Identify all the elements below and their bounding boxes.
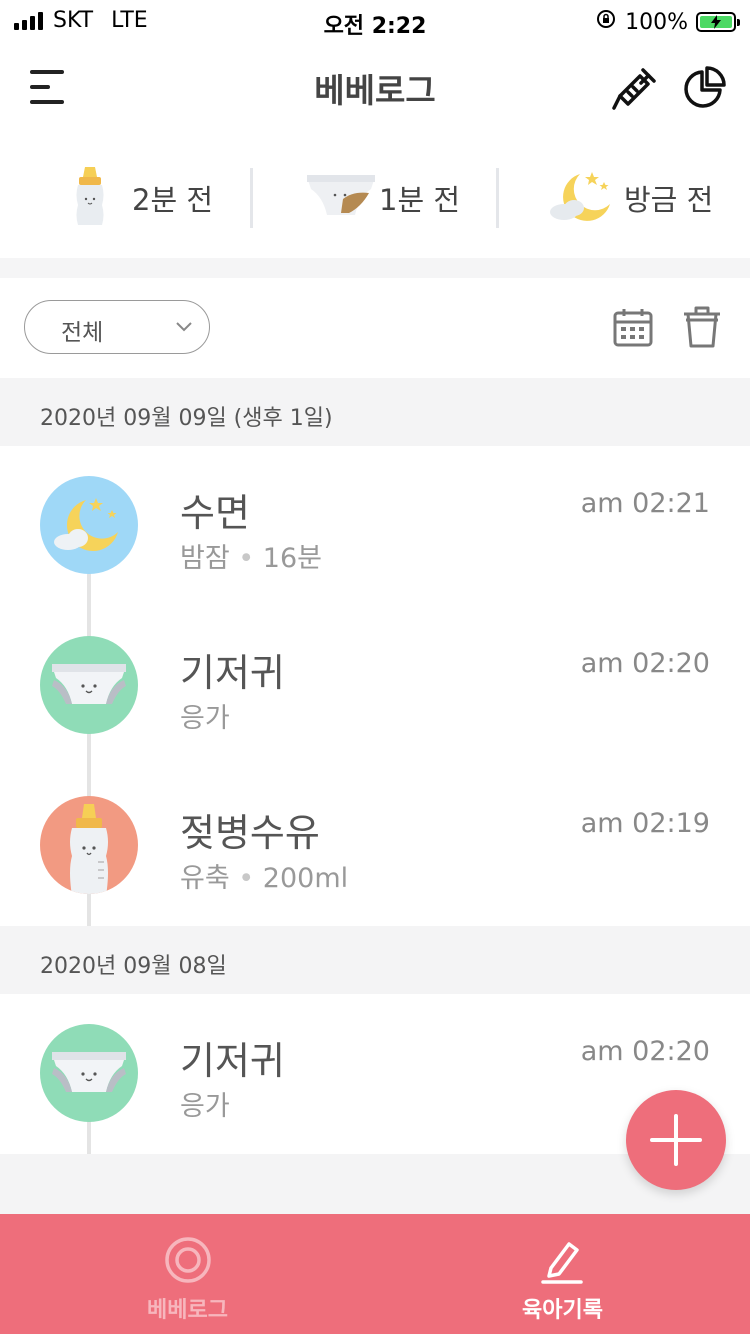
tab-label: 베베로그 <box>147 1298 228 1323</box>
syringe-icon[interactable] <box>610 64 660 114</box>
filter-dropdown[interactable]: 전체 <box>24 300 210 354</box>
target-icon <box>165 1237 211 1283</box>
plus-icon <box>650 1114 702 1166</box>
trash-icon[interactable] <box>682 304 722 350</box>
moon-sleep-icon <box>550 168 614 228</box>
record-item-diaper[interactable]: 기저귀 응가 am 02:20 <box>0 606 750 766</box>
record-item-bottle[interactable]: 젖병수유 유축 • 200ml am 02:19 <box>0 766 750 926</box>
record-type: 유축 <box>180 863 230 894</box>
tab-childcare-record[interactable]: 육아기록 <box>375 1214 750 1334</box>
add-record-button[interactable] <box>626 1090 726 1190</box>
bottom-navigation: 베베로그 육아기록 <box>0 1214 750 1334</box>
date-header: 2020년 09월 08일 <box>0 926 750 994</box>
baby-bottle-icon <box>70 163 110 233</box>
record-time: am 02:19 <box>580 808 710 839</box>
moon-sleep-icon <box>40 476 138 574</box>
app-header: 베베로그 <box>0 42 750 132</box>
summary-diaper-label: 1분 전 <box>379 182 461 217</box>
record-item-sleep[interactable]: 수면 밤잠 • 16분 am 02:21 <box>0 446 750 606</box>
date-header: 2020년 09월 09일 (생후 1일) <box>0 378 750 446</box>
summary-bottle[interactable]: 2분 전 <box>70 150 213 245</box>
summary-sleep[interactable]: 방금 전 <box>550 150 713 245</box>
summary-bottle-label: 2분 전 <box>132 182 214 217</box>
summary-divider <box>250 168 253 228</box>
battery-percent: 100% <box>625 9 688 35</box>
record-detail: 밤잠 • 16분 <box>180 543 322 574</box>
calendar-icon[interactable] <box>612 306 654 348</box>
rotation-lock-icon <box>595 8 617 36</box>
summary-diaper[interactable]: 1분 전 <box>305 150 460 245</box>
tab-label: 육아기록 <box>522 1298 603 1323</box>
record-title: 기저귀 <box>180 1039 285 1083</box>
pie-chart-icon[interactable] <box>680 66 726 112</box>
baby-bottle-icon <box>40 796 138 894</box>
date-label: 2020년 09월 08일 <box>40 954 227 979</box>
record-title: 기저귀 <box>180 651 285 695</box>
record-amount: 200ml <box>262 863 349 894</box>
record-time: am 02:20 <box>580 1036 710 1067</box>
last-record-summary: 2분 전 1분 전 방금 전 <box>0 150 750 245</box>
battery-icon <box>696 12 740 32</box>
record-type: 응가 <box>180 1091 230 1122</box>
record-title: 젖병수유 <box>180 811 320 855</box>
status-bar: SKT LTE 오전 2:22 100% <box>0 0 750 42</box>
diaper-icon <box>40 1024 138 1122</box>
summary-sleep-label: 방금 전 <box>624 182 714 217</box>
diaper-icon <box>40 636 138 734</box>
section-divider <box>0 258 750 278</box>
record-amount: 16분 <box>262 543 322 574</box>
record-time: am 02:21 <box>580 488 710 519</box>
date-label: 2020년 09월 09일 (생후 1일) <box>40 406 333 431</box>
record-type: 응가 <box>180 703 230 734</box>
pencil-icon <box>541 1242 583 1284</box>
diaper-icon <box>305 173 377 223</box>
tab-bebelog[interactable]: 베베로그 <box>0 1214 375 1334</box>
record-type: 밤잠 <box>180 543 230 574</box>
chevron-down-icon <box>176 322 192 332</box>
record-time: am 02:20 <box>580 648 710 679</box>
record-title: 수면 <box>180 491 250 535</box>
record-detail: 유축 • 200ml <box>180 863 349 894</box>
summary-divider <box>496 168 499 228</box>
filter-selected: 전체 <box>61 320 104 346</box>
